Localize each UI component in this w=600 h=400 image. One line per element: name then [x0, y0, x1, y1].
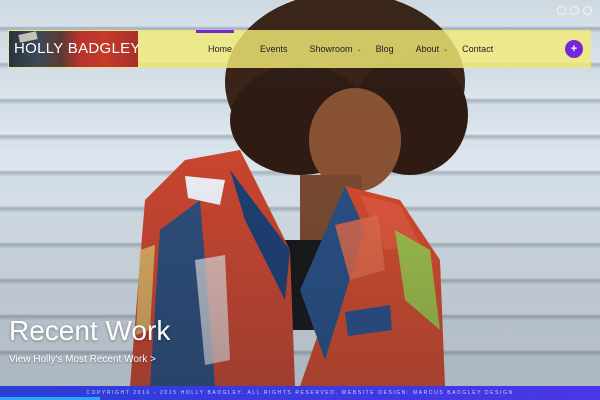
nav-item-contact[interactable]: Contact	[462, 30, 493, 68]
nav-item-about[interactable]: About ⌄	[416, 30, 449, 68]
top-icon-group	[557, 6, 592, 15]
nav-item-label: Blog	[375, 44, 394, 54]
nav-item-showroom[interactable]: Showroom ⌄	[310, 30, 362, 68]
nav-item-label: About	[415, 44, 440, 54]
nav-item-label: Contact	[462, 44, 494, 54]
plus-icon[interactable]: +	[565, 40, 583, 58]
nav-item-label: Events	[260, 44, 288, 54]
site-header: HOLLY BADGLEY Home Events Showroom ⌄ Blo…	[8, 30, 591, 68]
recent-work-link[interactable]: View Holly's Most Recent Work >	[9, 354, 156, 365]
logo-text: HOLLY BADGLEY	[14, 40, 138, 57]
chevron-down-icon: ⌄	[443, 46, 449, 53]
nav-item-blog[interactable]: Blog	[376, 30, 394, 68]
site-logo[interactable]: HOLLY BADGLEY	[9, 31, 138, 67]
nav-item-home[interactable]: Home	[196, 30, 235, 68]
main-nav: Home Events Showroom ⌄ Blog About ⌄ Cont…	[196, 30, 493, 68]
circle-icon[interactable]	[583, 6, 592, 15]
copyright-text: Copyright 2016 - 2015 Holly Badgley. All…	[86, 390, 514, 396]
hero-title: Recent Work	[9, 315, 171, 346]
circle-icon[interactable]	[557, 6, 566, 15]
chevron-down-icon: ⌄	[356, 46, 362, 53]
nav-item-events[interactable]: Events	[260, 30, 288, 68]
nav-item-label: Showroom	[309, 44, 353, 54]
nav-item-label: Home	[208, 44, 233, 54]
circle-icon[interactable]	[570, 6, 579, 15]
